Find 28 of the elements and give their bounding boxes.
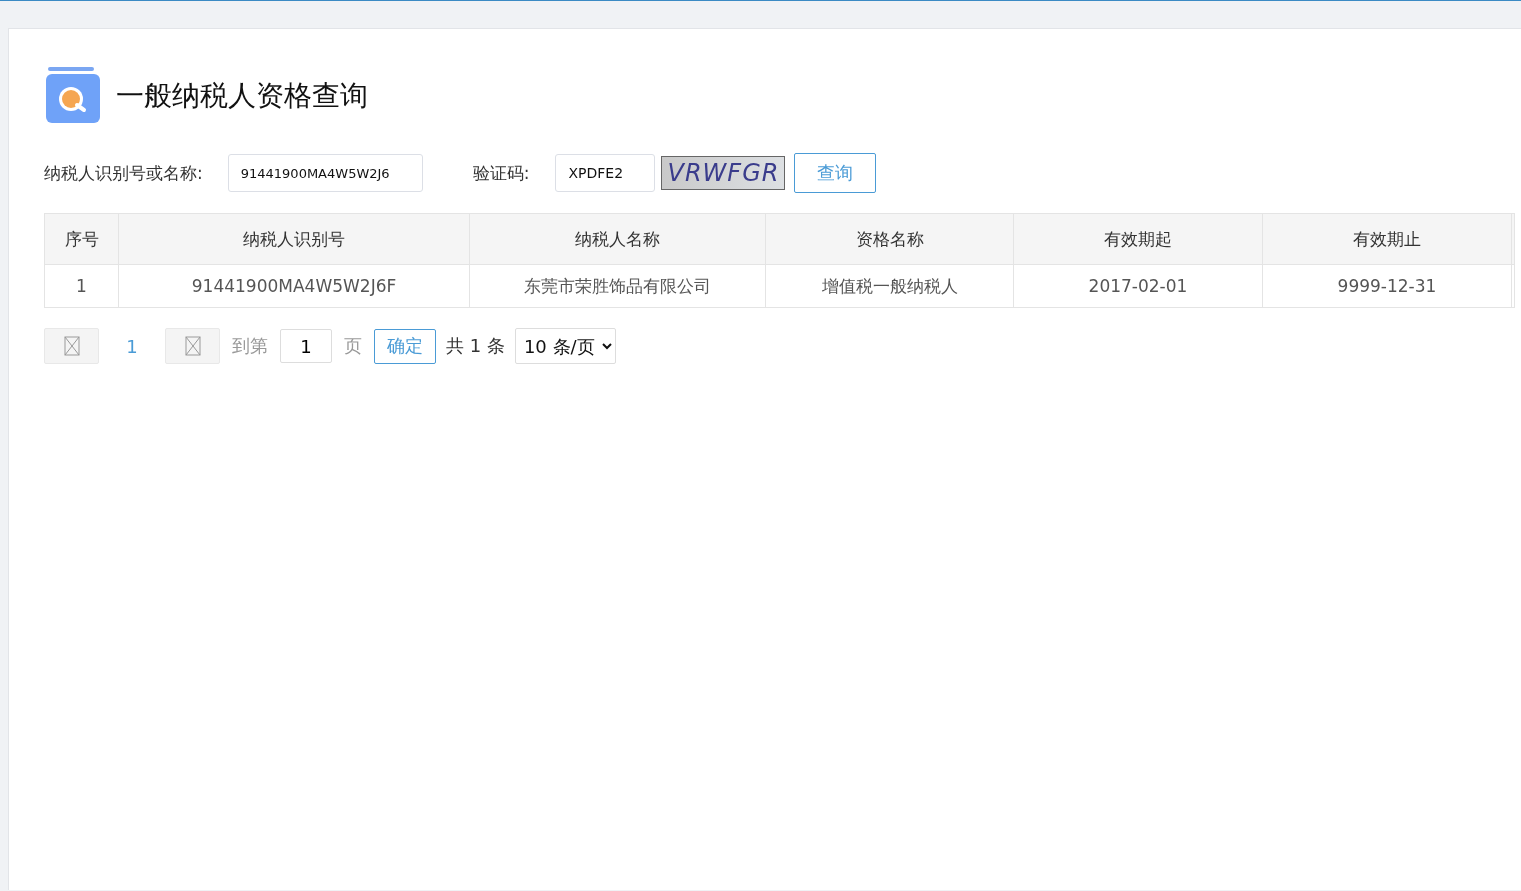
field-label: 验证码: xyxy=(472,161,530,185)
captcha-input[interactable]: XPDFE2 xyxy=(555,154,656,192)
page-size-select[interactable]: 10 条/页 xyxy=(514,328,616,364)
column-header: 资格名称 xyxy=(765,213,1014,265)
page-unit: 页 xyxy=(344,334,362,358)
column-header: 纳税人识别号 xyxy=(118,213,470,265)
taxpayer-input[interactable]: 91441900MA4W5W2J6 xyxy=(227,154,423,192)
page-title: 一般纳税人资格查询 xyxy=(116,78,368,114)
table-cell: 增值税一般纳税人 xyxy=(765,264,1014,308)
next-page-button[interactable] xyxy=(165,328,220,364)
search-app-icon xyxy=(44,67,102,125)
captcha-image[interactable]: VRWFGR xyxy=(661,156,786,190)
prev-page-button[interactable] xyxy=(44,328,99,364)
column-header: 序号 xyxy=(44,213,119,265)
broken-image-icon xyxy=(63,336,80,356)
column-header: 有效期起 xyxy=(1013,213,1263,265)
table-cell: 91441900MA4W5W2J6F xyxy=(118,264,470,308)
goto-label: 到第 xyxy=(232,334,268,358)
table-cell: 2017-02-01 xyxy=(1013,264,1263,308)
table-cell: 东莞市荣胜饰品有限公司 xyxy=(469,264,766,308)
table-cell: 9999-12-31 xyxy=(1262,264,1512,308)
column-header: 纳税人名称 xyxy=(469,213,766,265)
column-header: 有效期止 xyxy=(1262,213,1512,265)
total-count: 共 1 条 xyxy=(446,334,505,358)
page-input[interactable]: 1 xyxy=(280,329,332,363)
field-label: 纳税人识别号或名称: xyxy=(44,161,203,185)
broken-image-icon xyxy=(184,336,201,356)
table-cell: 1 xyxy=(44,264,119,308)
